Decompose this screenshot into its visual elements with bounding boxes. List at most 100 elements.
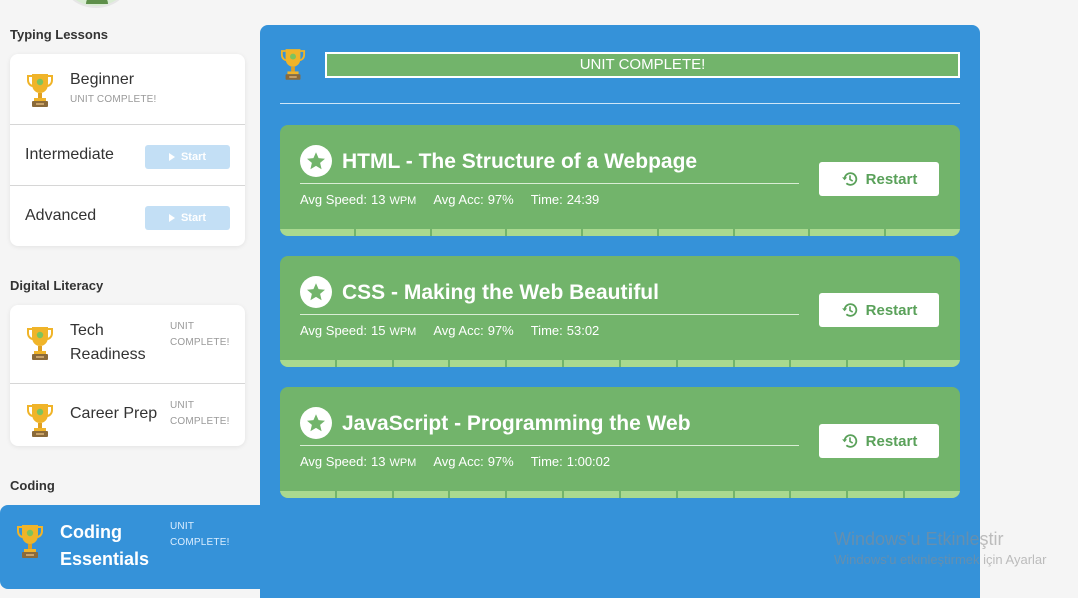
lesson-title: CSS - Making the Web Beautiful xyxy=(342,281,659,304)
lesson-title: JavaScript - Programming the Web xyxy=(342,412,691,435)
watermark-line2: Windows'u etkinleştirmek için Ayarlar xyxy=(834,552,1047,567)
unit-complete-status-line2: COMPLETE! xyxy=(170,537,230,548)
avg-accuracy: Avg Acc: 97% xyxy=(433,454,513,469)
progress-segment xyxy=(735,229,811,236)
lesson-card: JavaScript - Programming the Web Avg Spee… xyxy=(280,387,960,498)
restart-icon xyxy=(841,170,859,188)
sidebar-item-label-line2: Readiness xyxy=(70,346,146,363)
trophy-icon xyxy=(26,402,54,438)
progress-segment xyxy=(848,360,906,367)
lesson-time: Time: 53:02 xyxy=(531,323,600,338)
progress-segment xyxy=(432,229,508,236)
typing-lessons-card: Beginner UNIT COMPLETE! Intermediate Sta… xyxy=(10,54,245,246)
unit-complete-status-line2: COMPLETE! xyxy=(170,337,230,348)
lesson-time: Time: 1:00:02 xyxy=(531,454,610,469)
lesson-card: HTML - The Structure of a Webpage Avg Spe… xyxy=(280,125,960,236)
progress-segment xyxy=(791,491,849,498)
progress-segment xyxy=(735,360,792,367)
title-divider xyxy=(300,445,799,446)
play-icon xyxy=(168,214,175,222)
sidebar-item-label: Beginner xyxy=(70,71,135,88)
user-avatar[interactable] xyxy=(60,0,132,8)
unit-complete-status-line1: UNIT xyxy=(170,521,195,532)
divider xyxy=(280,103,960,104)
progress-segment xyxy=(337,360,394,367)
progress-segment xyxy=(791,360,849,367)
watermark-line1: Windows'u Etkinleştir xyxy=(834,529,1004,549)
star-icon xyxy=(300,407,332,439)
progress-segment xyxy=(507,491,565,498)
progress-segment xyxy=(583,229,659,236)
avg-speed-label: Avg Speed: xyxy=(300,323,367,338)
avg-acc-value: 97% xyxy=(487,454,514,469)
unit-complete-status-line2: COMPLETE! xyxy=(170,416,230,427)
sidebar-item-career-prep[interactable]: Career Prep UNIT COMPLETE! xyxy=(10,384,245,446)
lesson-progress-bar xyxy=(280,491,960,498)
progress-segment xyxy=(564,491,621,498)
section-title-digital-literacy: Digital Literacy xyxy=(10,278,104,293)
start-button-label: Start xyxy=(180,151,207,163)
unit-complete-status: UNIT COMPLETE! xyxy=(70,94,157,105)
avg-speed-value: 13 xyxy=(370,454,386,469)
progress-segment xyxy=(621,360,678,367)
sidebar-item-beginner[interactable]: Beginner UNIT COMPLETE! xyxy=(10,54,245,125)
lesson-card: CSS - Making the Web Beautiful Avg Speed:… xyxy=(280,256,960,367)
section-title-coding: Coding xyxy=(10,478,55,493)
progress-segment xyxy=(507,360,565,367)
progress-segment xyxy=(280,360,337,367)
progress-segment xyxy=(394,360,451,367)
avg-speed-value: 15 xyxy=(370,323,386,338)
title-divider xyxy=(300,314,799,315)
progress-segment xyxy=(356,229,432,236)
sidebar-item-label-line1: Coding xyxy=(60,522,122,542)
sidebar-item-advanced[interactable]: Advanced Start xyxy=(10,186,245,246)
sidebar-item-label: Intermediate xyxy=(25,146,114,163)
avg-speed: Avg Speed: 15 WPM xyxy=(300,323,416,338)
avg-speed-label: Avg Speed: xyxy=(300,192,367,207)
unit-complete-status-line1: UNIT xyxy=(170,321,195,332)
avg-speed-unit: WPM xyxy=(389,195,417,207)
lesson-progress-bar xyxy=(280,360,960,367)
trophy-icon xyxy=(26,72,54,108)
avg-acc-value: 97% xyxy=(487,192,514,207)
sidebar-item-coding-essentials[interactable]: Coding Essentials UNIT COMPLETE! xyxy=(0,505,262,589)
digital-literacy-card: Tech Readiness UNIT COMPLETE! Career Pre… xyxy=(10,305,245,446)
progress-segment xyxy=(507,229,584,236)
time-label: Time: xyxy=(530,454,563,469)
avg-accuracy: Avg Acc: 97% xyxy=(433,323,513,338)
progress-segment xyxy=(450,360,508,367)
progress-segment xyxy=(280,491,337,498)
title-divider xyxy=(300,183,799,184)
progress-segment xyxy=(905,360,960,367)
restart-button[interactable]: Restart xyxy=(819,162,939,196)
sidebar-item-intermediate[interactable]: Intermediate Start xyxy=(10,125,245,186)
star-icon xyxy=(300,145,332,177)
restart-button[interactable]: Restart xyxy=(819,293,939,327)
start-button-label: Start xyxy=(180,212,207,224)
restart-icon xyxy=(841,301,859,319)
restart-button[interactable]: Restart xyxy=(819,424,939,458)
sidebar-item-label-line1: Tech xyxy=(70,322,104,339)
avg-speed: Avg Speed: 13 WPM xyxy=(300,192,416,207)
section-title-typing-lessons: Typing Lessons xyxy=(10,27,108,42)
start-button[interactable]: Start xyxy=(145,206,230,230)
restart-button-label: Restart xyxy=(865,301,918,319)
sidebar-item-tech-readiness[interactable]: Tech Readiness UNIT COMPLETE! xyxy=(10,305,245,384)
windows-activation-watermark: Windows'u Etkinleştir Windows'u etkinleş… xyxy=(834,528,1046,570)
sidebar-item-label: Career Prep xyxy=(70,405,158,422)
lesson-time: Time: 24:39 xyxy=(531,192,600,207)
progress-segment xyxy=(735,491,792,498)
lesson-title: HTML - The Structure of a Webpage xyxy=(342,150,698,173)
lesson-stats: Avg Speed: 15 WPM Avg Acc: 97% Time: 53:02 xyxy=(300,322,616,341)
avg-accuracy: Avg Acc: 97% xyxy=(433,192,513,207)
restart-button-label: Restart xyxy=(865,170,918,188)
progress-segment xyxy=(280,229,356,236)
start-button[interactable]: Start xyxy=(145,145,230,169)
time-value: 24:39 xyxy=(566,192,600,207)
avg-speed-label: Avg Speed: xyxy=(300,454,367,469)
progress-segment xyxy=(678,360,735,367)
progress-segment xyxy=(394,491,451,498)
progress-segment xyxy=(678,491,735,498)
avg-acc-value: 97% xyxy=(487,323,514,338)
progress-segment xyxy=(564,360,621,367)
